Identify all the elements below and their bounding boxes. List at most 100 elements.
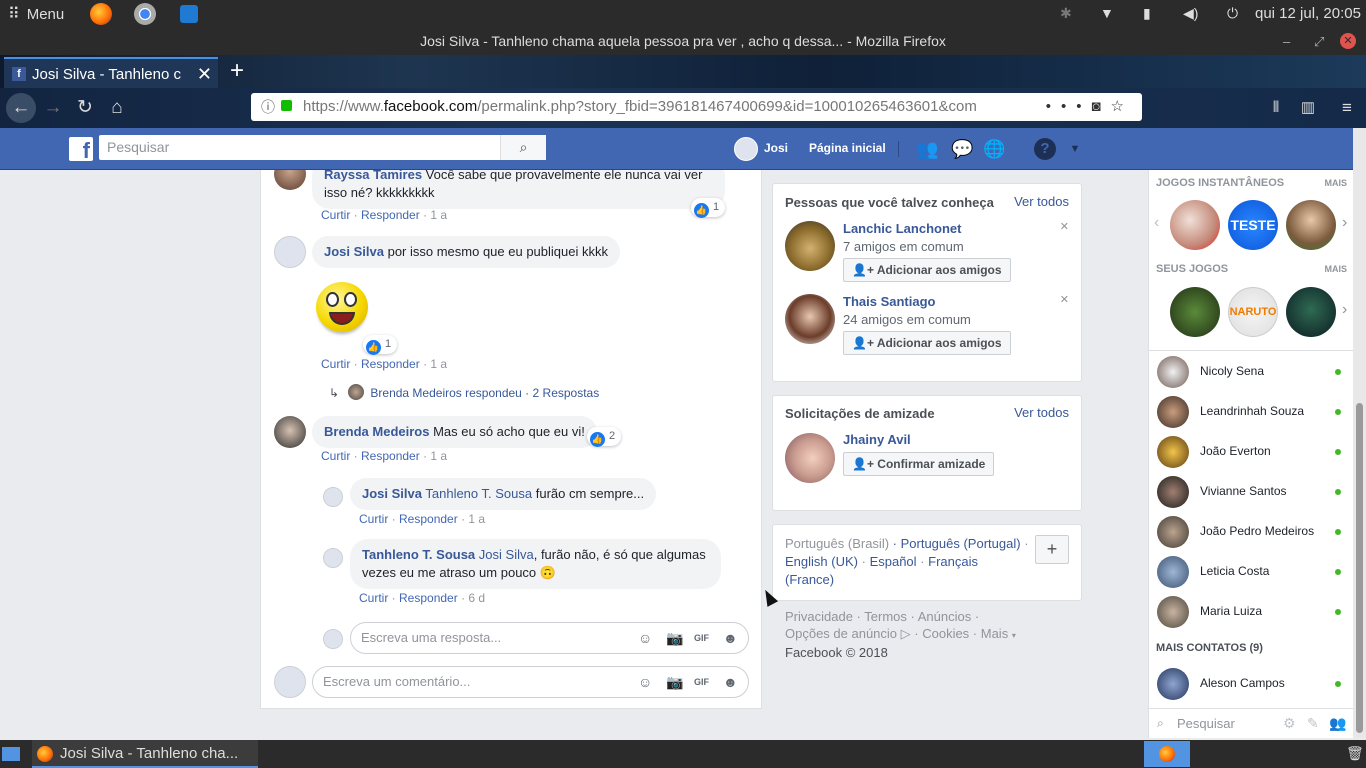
comment-time[interactable]: 1 a bbox=[430, 208, 447, 222]
add-friend-button[interactable]: 👤+ Adicionar aos amigos bbox=[843, 331, 1011, 355]
footer-link[interactable]: Cookies bbox=[922, 626, 969, 641]
footer-link[interactable]: Opções de anúncio bbox=[785, 626, 897, 641]
clock[interactable]: qui 12 jul, 20:05 bbox=[1255, 5, 1361, 22]
back-button[interactable]: ← bbox=[6, 93, 36, 123]
request-name[interactable]: Jhainy Avil bbox=[843, 432, 911, 447]
like-link[interactable]: Curtir bbox=[321, 208, 350, 222]
reply-mention[interactable]: Tanhleno T. Sousa bbox=[425, 486, 532, 501]
url-bar[interactable]: ⓘ https://www.facebook.com/permalink.php… bbox=[251, 93, 1142, 121]
game-teste-icon[interactable]: TESTE bbox=[1228, 200, 1278, 250]
chrome-launcher-icon[interactable] bbox=[134, 3, 156, 25]
gif-icon[interactable]: GIF bbox=[694, 667, 709, 697]
close-window-icon[interactable]: ✕ bbox=[1340, 33, 1356, 49]
camera-icon[interactable]: 📷 bbox=[666, 667, 683, 697]
site-info-icon[interactable]: ⓘ bbox=[261, 93, 275, 121]
account-menu-chevron-icon[interactable]: ▼ bbox=[1064, 138, 1086, 160]
avatar[interactable] bbox=[274, 236, 306, 268]
fb-search-input[interactable]: Pesquisar ⌕ bbox=[99, 135, 546, 160]
messenger-icon[interactable]: 💬 bbox=[951, 138, 973, 160]
next-my-games-chevron-icon[interactable]: › bbox=[1342, 301, 1347, 319]
sticker-icon[interactable]: ☻ bbox=[723, 667, 738, 697]
new-message-icon[interactable]: ✎ bbox=[1307, 715, 1319, 732]
language-option[interactable]: Español bbox=[870, 554, 917, 569]
game-naruto-icon[interactable]: NARUTO bbox=[1228, 287, 1278, 337]
my-games-more-link[interactable]: MAIS bbox=[1325, 264, 1348, 274]
avatar[interactable] bbox=[274, 170, 306, 190]
mutual-friends[interactable]: 24 amigos em comum bbox=[843, 312, 971, 327]
page-scrollbar[interactable] bbox=[1353, 128, 1366, 738]
contact-item[interactable]: Nicoly Sena bbox=[1157, 352, 1347, 392]
dismiss-icon[interactable]: ✕ bbox=[1060, 293, 1069, 306]
avatar[interactable] bbox=[785, 294, 835, 344]
forward-button[interactable]: → bbox=[39, 94, 67, 122]
tab-facebook[interactable]: f Josi Silva - Tanhleno c ✕ bbox=[4, 57, 218, 88]
friend-requests-icon[interactable]: 👥 bbox=[916, 138, 938, 160]
avatar[interactable] bbox=[323, 487, 343, 507]
suggestion-name[interactable]: Lanchic Lanchonet bbox=[843, 221, 961, 236]
comment-input[interactable]: Escreva um comentário... ☺ 📷 GIF ☻ bbox=[312, 666, 749, 698]
profile-link[interactable]: Josi bbox=[764, 128, 788, 168]
create-group-icon[interactable]: 👥 bbox=[1329, 715, 1346, 732]
bluetooth-icon[interactable]: ✱ bbox=[1060, 5, 1072, 22]
facebook-logo[interactable]: f bbox=[69, 137, 93, 161]
mutual-friends[interactable]: 7 amigos em comum bbox=[843, 239, 964, 254]
prev-games-chevron-icon[interactable]: ‹ bbox=[1154, 214, 1159, 232]
contact-item[interactable]: Maria Luiza bbox=[1157, 592, 1347, 632]
like-link[interactable]: Curtir bbox=[321, 449, 350, 463]
help-icon[interactable]: ? bbox=[1034, 138, 1056, 160]
chat-settings-gear-icon[interactable]: ⚙ bbox=[1283, 715, 1296, 732]
comment-author[interactable]: Josi Silva bbox=[324, 244, 384, 259]
show-desktop-icon[interactable] bbox=[2, 747, 20, 761]
bookmark-star-icon[interactable]: ☆ bbox=[1111, 98, 1134, 115]
power-icon[interactable]: ⏻ bbox=[1227, 5, 1238, 22]
next-games-chevron-icon[interactable]: › bbox=[1342, 214, 1347, 232]
hamburger-menu-icon[interactable]: ≡ bbox=[1333, 94, 1361, 122]
language-option[interactable]: English (UK) bbox=[785, 554, 858, 569]
library-icon[interactable]: ⫴ bbox=[1262, 94, 1290, 122]
contact-item[interactable]: Leticia Costa bbox=[1157, 552, 1347, 592]
avatar[interactable] bbox=[785, 433, 835, 483]
avatar[interactable] bbox=[785, 221, 835, 271]
language-option[interactable]: Português (Portugal) bbox=[901, 536, 1021, 551]
new-tab-button[interactable]: + bbox=[230, 55, 244, 86]
search-icon[interactable]: ⌕ bbox=[500, 135, 546, 160]
avatar[interactable] bbox=[323, 548, 343, 568]
reply-author[interactable]: Tanhleno T. Sousa bbox=[362, 547, 475, 562]
like-link[interactable]: Curtir bbox=[359, 591, 388, 605]
contact-item[interactable]: João Pedro Medeiros bbox=[1157, 512, 1347, 552]
suggestion-name[interactable]: Thais Santiago bbox=[843, 294, 935, 309]
game-quiz-icon[interactable] bbox=[1286, 200, 1336, 250]
maximize-icon[interactable]: ⤢ bbox=[1314, 28, 1324, 55]
trash-icon[interactable]: 🗑 bbox=[1346, 745, 1364, 762]
minimize-icon[interactable]: – bbox=[1283, 28, 1290, 55]
reaction-count[interactable]: 👍 2 bbox=[587, 427, 622, 447]
games-more-link[interactable]: MAIS bbox=[1325, 178, 1348, 188]
footer-link[interactable]: Anúncios bbox=[918, 609, 971, 624]
avatar[interactable] bbox=[274, 416, 306, 448]
add-friend-button[interactable]: 👤+ Adicionar aos amigos bbox=[843, 258, 1011, 282]
os-menu-button[interactable]: ⠿ Menu bbox=[8, 4, 64, 24]
comment-time[interactable]: 1 a bbox=[430, 357, 447, 371]
see-all-link[interactable]: Ver todos bbox=[1014, 405, 1069, 420]
reload-button[interactable]: ↻ bbox=[71, 94, 99, 122]
comment-author[interactable]: Brenda Medeiros bbox=[324, 424, 429, 439]
chat-search-input[interactable]: Pesquisar bbox=[1177, 716, 1235, 731]
camera-icon[interactable]: 📷 bbox=[666, 623, 683, 653]
see-all-link[interactable]: Ver todos bbox=[1014, 194, 1069, 209]
reply-time[interactable]: 1 a bbox=[468, 512, 485, 526]
reply-link[interactable]: Responder bbox=[399, 512, 458, 526]
reply-link[interactable]: Responder bbox=[361, 208, 420, 222]
comment-time[interactable]: 1 a bbox=[430, 449, 447, 463]
dismiss-icon[interactable]: ✕ bbox=[1060, 220, 1069, 233]
game-uno-icon[interactable] bbox=[1170, 200, 1220, 250]
home-link[interactable]: Página inicial bbox=[809, 128, 886, 168]
confirm-friend-button[interactable]: 👤+ Confirmar amizade bbox=[843, 452, 995, 476]
sidebar-toggle-icon[interactable]: ▥ bbox=[1294, 94, 1322, 122]
like-link[interactable]: Curtir bbox=[359, 512, 388, 526]
firefox-launcher-icon[interactable] bbox=[90, 3, 112, 25]
game-dragon-icon[interactable] bbox=[1286, 287, 1336, 337]
reply-link[interactable]: Responder bbox=[399, 591, 458, 605]
reaction-count[interactable]: 👍 1 bbox=[363, 335, 398, 355]
vscode-launcher-icon[interactable] bbox=[180, 5, 198, 23]
close-tab-icon[interactable]: ✕ bbox=[197, 59, 212, 90]
